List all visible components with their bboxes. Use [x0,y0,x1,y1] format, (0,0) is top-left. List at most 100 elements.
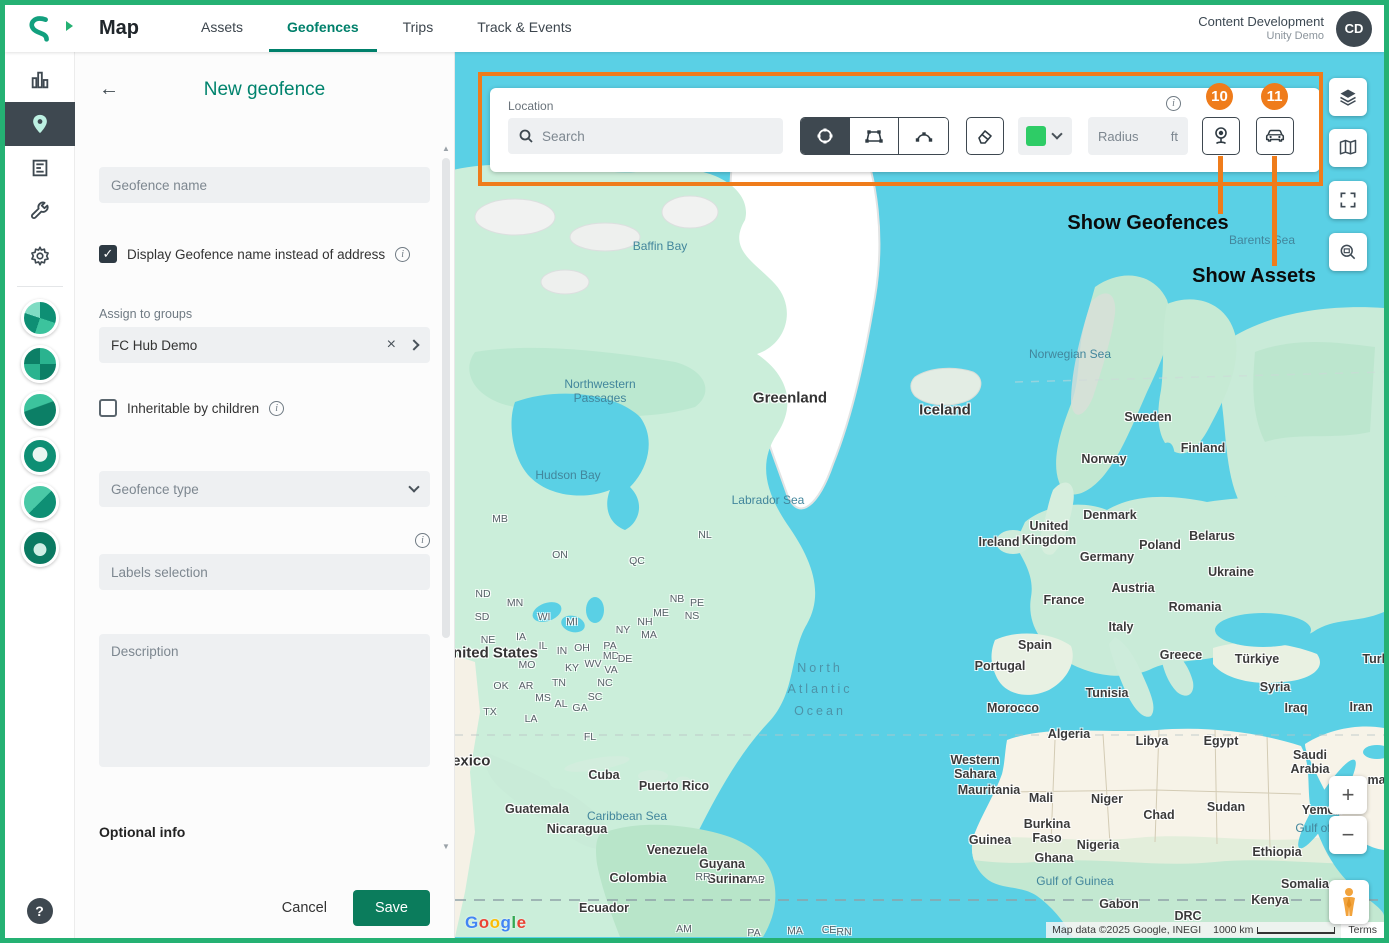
eraser-button[interactable] [966,117,1004,155]
search-icon [518,128,534,144]
annotation-line [1218,156,1223,214]
location-search[interactable] [508,118,783,154]
zoom-area-button[interactable] [1329,233,1367,271]
layers-icon [1338,87,1358,107]
app-icon-2[interactable] [21,345,59,383]
annotation-badge-10: 10 [1206,83,1233,110]
color-picker[interactable] [1018,117,1072,155]
wrench-icon [29,201,51,223]
info-icon[interactable]: i [269,401,284,416]
map-attribution-bar: Map data ©2025 Google, INEGI 1000 km Ter… [1046,922,1384,938]
location-label: Location [508,99,553,113]
show-assets-button[interactable] [1256,117,1294,155]
app-icon-1[interactable] [21,299,59,337]
display-name-checkbox[interactable]: ✓ [99,245,117,263]
chevron-right-icon[interactable] [408,339,419,350]
scale-bar [1257,927,1335,934]
geofence-view-icon [1210,125,1232,147]
sidebar-item-map[interactable] [5,102,75,146]
sidebar-expand-icon[interactable] [66,21,73,31]
map-toolbar: Location [490,88,1320,172]
app-icon-6[interactable] [21,529,59,567]
scrollbar-thumb[interactable] [442,158,450,638]
annotation-show-geofences: Show Geofences [1067,212,1228,235]
sidebar-apps [21,295,59,571]
panel-scrollbar[interactable]: ▲ ▼ [440,144,452,852]
clear-icon[interactable]: × [387,336,396,354]
circle-tool-button[interactable] [801,118,850,154]
geofence-type-placeholder: Geofence type [111,482,199,497]
avatar[interactable]: CD [1336,11,1372,47]
map-pin-icon [29,113,51,135]
tab-trips[interactable]: Trips [385,5,452,52]
circle-tool-icon [815,126,835,146]
layers-button[interactable] [1329,78,1367,116]
app-window: Map AssetsGeofencesTripsTrack & Events C… [0,0,1389,943]
sidebar: ? [5,52,75,938]
document-icon [29,157,51,179]
polygon-tool-icon [864,126,884,146]
user-name: Content Development [1198,14,1324,30]
tab-geofences[interactable]: Geofences [269,5,377,52]
radius-unit: ft [1171,129,1178,144]
fullscreen-icon [1338,190,1358,210]
draw-tool-group [800,117,949,155]
app-logo[interactable] [5,5,75,52]
annotation-show-assets: Show Assets [1192,265,1316,288]
sidebar-item-reports-list[interactable] [5,146,75,190]
search-input[interactable] [542,129,773,144]
page-title: Map [99,17,139,40]
chevron-down-icon [408,481,419,492]
fullscreen-button[interactable] [1329,181,1367,219]
tab-assets[interactable]: Assets [183,5,261,52]
sidebar-item-reports[interactable] [5,58,75,102]
pegman-button[interactable] [1329,880,1369,924]
radius-field[interactable]: ft [1088,117,1188,155]
bar-chart-icon [29,69,51,91]
pegman-icon [1338,887,1360,917]
show-geofences-button[interactable] [1202,117,1240,155]
header-tabs: AssetsGeofencesTripsTrack & Events [183,5,590,52]
display-name-label: Display Geofence name instead of address [127,247,385,262]
panel-title: New geofence [99,79,430,101]
top-header: Map AssetsGeofencesTripsTrack & Events C… [5,5,1384,52]
unity-logo-icon [25,14,55,44]
app-icon-4[interactable] [21,437,59,475]
scale-text: 1000 km [1213,924,1253,936]
map-type-button[interactable] [1329,129,1367,167]
map-attribution: Map data ©2025 Google, INEGI [1046,922,1207,938]
map-canvas[interactable]: Baffin BayNorthwestern PassagesHudson Ba… [455,52,1384,938]
sidebar-item-settings[interactable] [5,234,75,278]
info-icon[interactable]: i [395,247,410,262]
sidebar-item-tools[interactable] [5,190,75,234]
radius-input[interactable] [1098,129,1156,144]
inheritable-label: Inheritable by children [127,401,259,416]
geofence-type-select[interactable]: Geofence type [99,471,430,507]
scroll-up-icon[interactable]: ▲ [442,144,450,154]
geofence-name-input[interactable] [99,167,430,203]
labels-selection-input[interactable] [99,554,430,590]
annotation-line [1272,156,1277,266]
optional-info-heading: Optional info [99,824,430,840]
app-icon-5[interactable] [21,483,59,521]
assign-groups-field[interactable]: FC Hub Demo × [99,327,430,363]
save-button[interactable]: Save [353,890,430,926]
sidebar-divider [17,286,63,287]
cancel-button[interactable]: Cancel [282,900,327,916]
chevron-down-icon [1051,128,1062,139]
scroll-down-icon[interactable]: ▼ [442,842,450,852]
zoom-in-button[interactable]: + [1329,776,1367,814]
tab-track-events[interactable]: Track & Events [459,5,589,52]
new-geofence-panel: ← New geofence ✓ Display Geofence name i… [75,52,455,938]
inheritable-checkbox[interactable] [99,399,117,417]
help-button[interactable]: ? [27,898,53,924]
info-icon[interactable]: i [1166,96,1181,111]
terms-link[interactable]: Terms [1341,922,1384,938]
polygon-tool-button[interactable] [850,118,899,154]
zoom-out-button[interactable]: − [1329,816,1367,854]
description-textarea[interactable] [99,634,430,767]
route-tool-icon [914,126,934,146]
app-icon-3[interactable] [21,391,59,429]
route-tool-button[interactable] [899,118,948,154]
info-icon[interactable]: i [415,533,430,548]
